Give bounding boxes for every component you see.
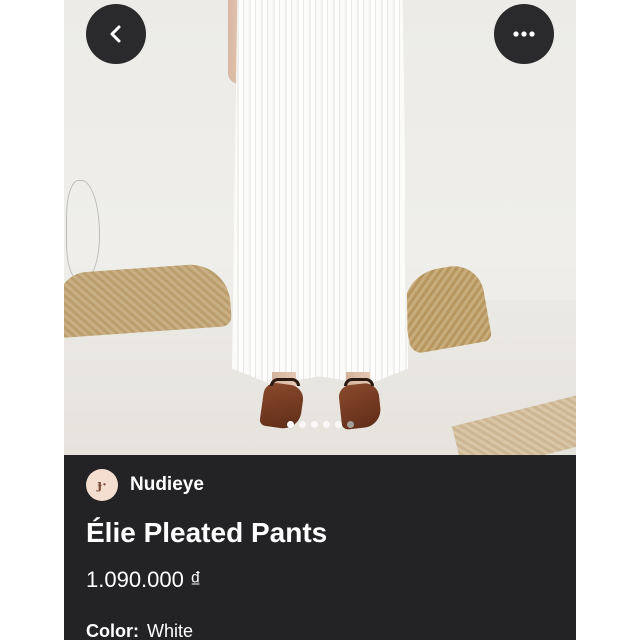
color-label: Color: [86, 621, 139, 640]
more-options-button[interactable] [494, 4, 554, 64]
pagination-dot[interactable] [298, 421, 306, 428]
product-title: Élie Pleated Pants [86, 517, 328, 548]
photo-pleated-pants [232, 0, 408, 384]
back-button[interactable] [86, 4, 146, 64]
chevron-left-icon [105, 23, 127, 45]
pagination-dot[interactable] [334, 421, 342, 428]
brand-logo-text: ɟ· [97, 477, 107, 493]
product-image[interactable] [64, 0, 576, 455]
brand-logo[interactable]: ɟ· [86, 469, 118, 501]
image-pagination [64, 421, 576, 428]
product-price: 1.090.000 ₫ [86, 567, 202, 592]
pagination-dot[interactable] [286, 421, 294, 428]
color-value: White [147, 621, 194, 640]
color-row: Color: White [86, 621, 193, 640]
pagination-dot[interactable] [322, 421, 330, 428]
pagination-dot[interactable] [310, 421, 318, 428]
brand-row[interactable]: ɟ· Nudieye [86, 469, 204, 501]
photo-wire-prop [66, 180, 100, 280]
brand-name[interactable]: Nudieye [130, 474, 204, 496]
more-horizontal-icon [512, 30, 536, 38]
product-info-panel: ɟ· Nudieye Élie Pleated Pants 1.090.000 … [64, 455, 576, 640]
product-screen: ɟ· Nudieye Élie Pleated Pants 1.090.000 … [64, 0, 576, 640]
photo-burlap-left [64, 262, 233, 338]
photo-shoe-strap-right [344, 378, 374, 386]
photo-shoe-strap-left [270, 378, 300, 386]
photo-burlap-right [397, 261, 493, 355]
pagination-dot[interactable] [346, 421, 354, 428]
